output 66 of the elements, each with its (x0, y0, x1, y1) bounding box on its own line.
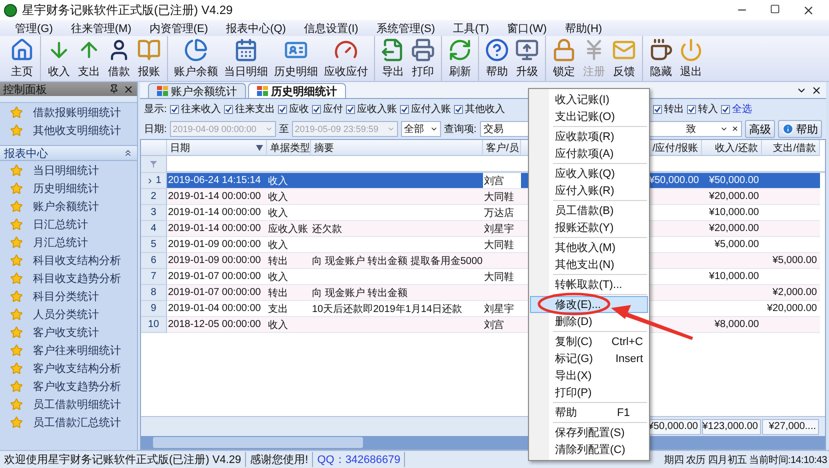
table-cell-text: 应收入账 (267, 222, 309, 236)
table-cell-text: 收入 (267, 190, 289, 204)
table-cell-text: ¥10,000.00 (708, 270, 760, 284)
table-cell-text: 刘星宇 (483, 302, 515, 316)
table-cell-text: 转出 (267, 254, 289, 268)
table-cell-text: 大同鞋 (483, 238, 515, 252)
section-title: 报表中心 (4, 146, 49, 160)
table-cell-text: 2019-01-07 00:00:00 (167, 270, 262, 284)
row-number: 9 (141, 301, 167, 317)
table-cell-text: 刘星宇 (483, 222, 515, 236)
table-cell-text: 2019-01-14 00:00:00 (167, 222, 262, 236)
table-cell-text: 2019-01-09 00:00:00 (167, 238, 262, 252)
table-cell-text: 还欠款 (311, 222, 343, 236)
table-cell-text: ¥5,000.00 (714, 238, 760, 252)
table-cell-text: ¥50,000.00 (648, 174, 700, 188)
status-text: 感谢您使用! (246, 452, 314, 467)
table-cell-text: 支出 (267, 302, 289, 316)
row-number: 1 (141, 173, 167, 189)
status-text: 欢迎使用星宇财务记账软件正式版(已注册) V4.29 (0, 452, 246, 467)
table-cell-text: 万达店 (483, 206, 515, 220)
table-cell-text: 收入 (267, 270, 289, 284)
total-cell: ¥123,000.00 (702, 418, 761, 434)
row-number: 3 (141, 205, 167, 221)
table-cell-text: 向 现金账户 转出金额 (311, 286, 409, 300)
table-cell-text: ¥2,000.00 (772, 286, 818, 300)
row-number: 7 (141, 269, 167, 285)
date-label: 日期: (144, 122, 167, 136)
query-label: 查询项: (444, 122, 477, 136)
table-cell-text: ¥5,000.00 (772, 254, 818, 268)
total-cell: ¥27,000.... (762, 418, 819, 434)
table-cell-text: ¥8,000.00 (714, 318, 760, 332)
table-cell-text: 2019-01-04 00:00:00 (167, 302, 262, 316)
row-number: 5 (141, 237, 167, 253)
table-cell-text: ¥50,000.00 (708, 174, 760, 188)
table-cell-text: 2019-06-24 14:15:14 (167, 174, 262, 188)
table-cell-text: 2018-12-05 00:00:00 (167, 318, 262, 332)
table-cell-text: 大同鞋 (483, 270, 515, 284)
row-number: 2 (141, 189, 167, 205)
table-cell-text: 收入 (267, 174, 289, 188)
range-label: 至 (278, 123, 289, 136)
table-cell-text: ¥20,000.00 (708, 222, 760, 236)
table-cell-text: 大同鞋 (483, 190, 515, 204)
row-number: 10 (141, 317, 167, 333)
table-cell-text: ¥10,000.00 (708, 206, 760, 220)
table-cell: 刘宫 (483, 173, 521, 188)
panel-title: 控制面板 (3, 82, 48, 96)
table-cell-text: 收入 (267, 318, 289, 332)
status-text: QQ：342686679 (313, 452, 406, 467)
status-text: 期四 农历 四月初五 当前时间:14:10:43 (664, 454, 828, 466)
table-cell-text: 10天后还款即2019年1月14日还款 (311, 302, 464, 316)
window-title: 星宇财务记账软件正式版(已注册) V4.29 (22, 2, 234, 18)
table-cell-text: 2019-01-14 00:00:00 (167, 190, 262, 204)
table-cell-text: 转出 (267, 286, 289, 300)
row-number: 4 (141, 221, 167, 237)
table-cell-text: 2019-01-07 00:00:00 (167, 286, 262, 300)
row-number: 8 (141, 285, 167, 301)
row-number: 6 (141, 253, 167, 269)
table-cell-text: ¥20,000.00 (766, 302, 818, 316)
table-cell-text: 收入 (267, 206, 289, 220)
table-cell-text: ¥20,000.00 (708, 190, 760, 204)
table-cell-text: 2019-01-09 00:00:00 (167, 254, 262, 268)
table-cell-text: 2019-01-14 00:00:00 (167, 206, 262, 220)
table-cell-text: 收入 (267, 238, 289, 252)
table-cell-text: 刘宫 (483, 318, 505, 332)
table-cell-text: 向 现金账户 转出金额 提取备用金5000 (311, 254, 483, 268)
filter-label: 显示: (144, 103, 167, 116)
